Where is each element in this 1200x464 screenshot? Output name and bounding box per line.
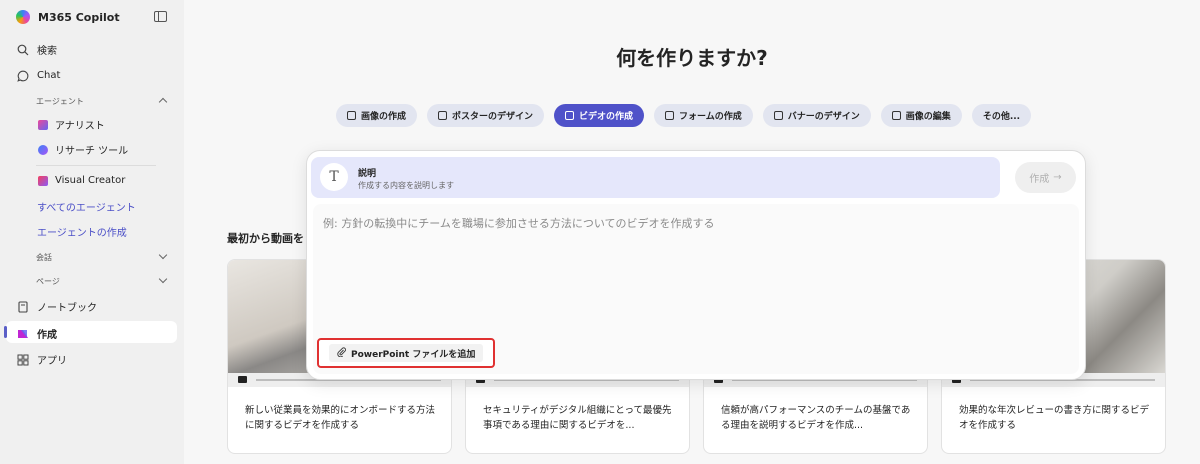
card-text: セキュリティがデジタル組織にとって最優先事項である理由に関するビデオを... [483,405,672,431]
sidebar-active-indicator [4,326,7,338]
agent-label: リサーチ ツール [55,146,129,157]
chip-label: ビデオの作成 [579,112,634,122]
prompt-placeholder: 例: 方針の転換中にチームを職場に参加させる方法についてのビデオを作成する [323,217,715,230]
text-type-icon: T [320,163,348,191]
notebook-icon [16,300,29,313]
chevron-down-icon [158,274,168,284]
app-brand[interactable]: M365 Copilot [16,10,120,24]
video-icon [238,376,247,383]
conversations-header-label: 会話 [36,253,52,262]
sidebar-item-apps[interactable]: アプリ [16,352,67,367]
chip-design-poster[interactable]: ポスターのデザイン [427,104,545,127]
description-header: T 説明 作成する内容を説明します [311,157,1000,198]
sidebar-item-create[interactable]: 作成 [16,326,57,341]
sidebar-item-label: アプリ [37,356,67,367]
sidebar-item-chat[interactable]: Chat [16,69,60,82]
chat-icon [16,69,29,82]
chip-label: バナーのデザイン [787,112,860,122]
description-subtitle: 作成する内容を説明します [358,181,454,190]
paperclip-icon [337,346,346,360]
attach-powerpoint-button[interactable]: PowerPoint ファイルを追加 [329,344,484,362]
create-icon [16,327,29,340]
arrow-right-icon: → [1053,172,1062,183]
video-icon [565,111,575,120]
chip-label: その他... [982,112,1021,122]
chip-create-form[interactable]: フォームの作成 [654,104,753,127]
researcher-icon [38,144,48,155]
edit-image-icon [891,111,901,120]
card-text: 新しい従業員を効果的にオンボードする方法に関するビデオを作成する [245,405,436,431]
sidebar-item-agent[interactable]: Visual Creator [38,175,125,186]
chip-create-image[interactable]: 画像の作成 [336,104,418,127]
sidebar-item-label: 作成 [37,330,57,341]
image-icon [347,111,356,120]
create-type-chips: 画像の作成 ポスターのデザイン ビデオの作成 フォームの作成 バナーのデザイン … [336,104,1032,127]
chip-label: 画像の編集 [905,112,951,122]
description-title: 説明 [358,169,377,179]
attach-button-label: PowerPoint ファイルを追加 [351,349,476,360]
sidebar-item-label: 検索 [37,46,57,57]
chip-label: 画像の作成 [361,112,407,122]
agents-header-label: エージェント [36,97,84,106]
card-text: 効果的な年次レビューの書き方に関するビデオを作成する [959,405,1150,431]
chip-more[interactable]: その他... [971,104,1032,127]
app-title: M365 Copilot [38,10,120,24]
create-agent-link[interactable]: エージェントの作成 [37,224,127,239]
attach-powerpoint-highlight: PowerPoint ファイルを追加 [317,338,496,368]
sidebar-item-label: ノートブック [37,303,97,314]
sidebar-item-notebook[interactable]: ノートブック [16,299,97,314]
section-title: 最初から動画を [227,232,304,245]
visual-creator-icon [38,175,48,186]
sidebar-item-label: Chat [37,70,61,81]
sidebar: M365 Copilot 検索 Chat エージェント アナリスト リサーチ ツ… [0,0,184,464]
poster-icon [438,111,448,120]
analyst-icon [38,119,48,130]
page-title: 何を作りますか? [616,46,768,70]
card-text: 信頼が高パフォーマンスのチームの基盤である理由を説明するビデオを作成... [721,405,911,431]
chevron-down-icon [158,250,168,260]
copilot-logo-icon [16,10,30,24]
agent-label: Visual Creator [55,175,126,186]
apps-icon [16,353,29,366]
chip-design-banner[interactable]: バナーのデザイン [762,104,871,127]
banner-icon [773,111,783,120]
all-agents-link[interactable]: すべてのエージェント [37,199,136,214]
sidebar-item-agent[interactable]: リサーチ ツール [38,142,128,157]
sidebar-item-search[interactable]: 検索 [16,42,57,57]
chevron-up-icon [158,97,168,107]
sidebar-item-agent[interactable]: アナリスト [38,117,105,132]
chip-label: ポスターのデザイン [452,112,534,122]
pages-header-label: ページ [36,277,60,286]
agent-label: アナリスト [55,121,105,132]
form-icon [665,111,675,120]
chip-label: フォームの作成 [679,112,742,122]
chip-edit-image[interactable]: 画像の編集 [880,104,962,127]
create-video-dialog: T 説明 作成する内容を説明します 作成 → 例: 方針の転換中にチームを職場に… [306,150,1086,380]
sidebar-divider [36,165,156,166]
create-button-label: 作成 [1029,174,1050,185]
agents-section-header[interactable]: エージェント [36,96,168,107]
conversations-section-header[interactable]: 会話 [36,250,168,263]
create-button[interactable]: 作成 → [1015,162,1076,193]
sidebar-toggle-icon[interactable] [154,11,167,22]
chip-create-video[interactable]: ビデオの作成 [554,104,645,127]
pages-section-header[interactable]: ページ [36,274,168,287]
search-icon [16,43,29,56]
